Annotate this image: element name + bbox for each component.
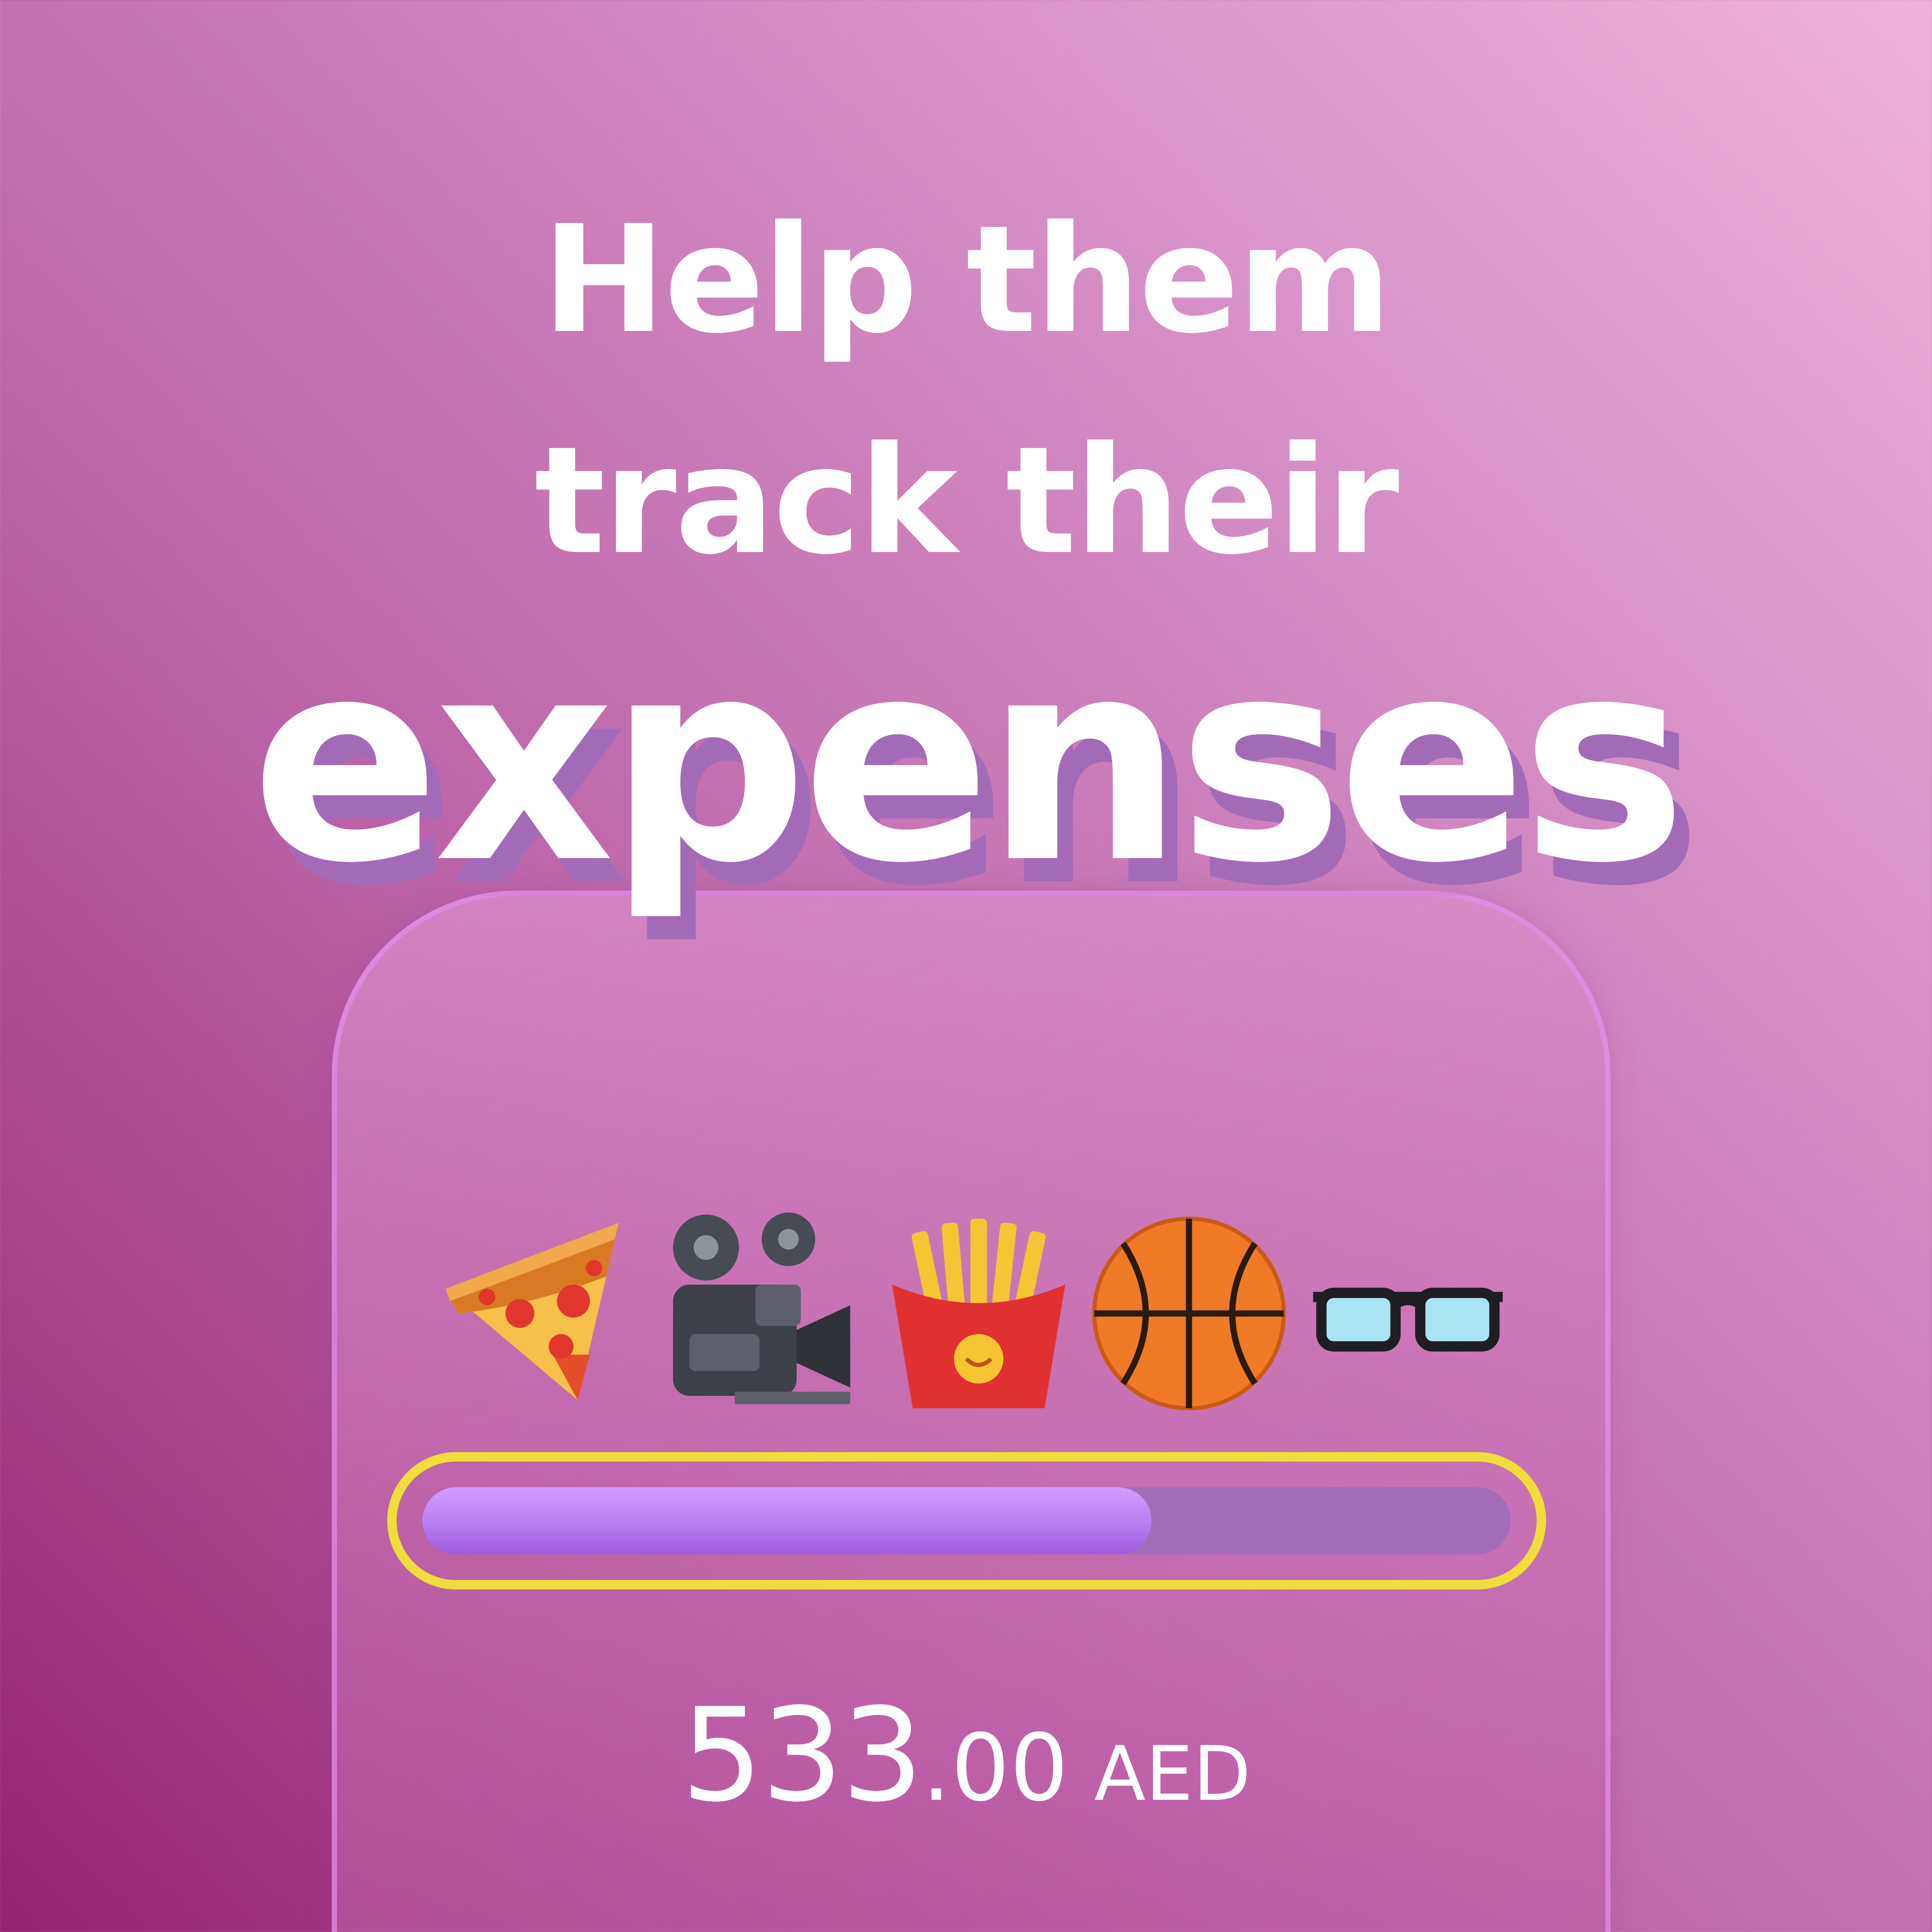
category-icons bbox=[429, 1210, 1528, 1416]
basketball-icon bbox=[1086, 1210, 1292, 1416]
movie-camera-icon bbox=[652, 1210, 858, 1416]
fries-icon bbox=[876, 1210, 1082, 1416]
headline-emphasis: expenses bbox=[251, 600, 1687, 924]
headline-line-1: Help them bbox=[542, 194, 1392, 366]
spent-amount: 533.00 AED bbox=[0, 1691, 1932, 1820]
amount-currency: AED bbox=[1094, 1731, 1251, 1818]
headline-line-2: track their bbox=[534, 415, 1399, 587]
amount-integer: 533 bbox=[681, 1680, 924, 1830]
pizza-icon bbox=[429, 1210, 635, 1416]
glasses-icon bbox=[1305, 1210, 1511, 1416]
progress-track bbox=[422, 1487, 1511, 1554]
spending-progress-bar bbox=[387, 1452, 1546, 1589]
amount-decimal: .00 bbox=[922, 1714, 1069, 1822]
progress-fill bbox=[422, 1487, 1152, 1554]
